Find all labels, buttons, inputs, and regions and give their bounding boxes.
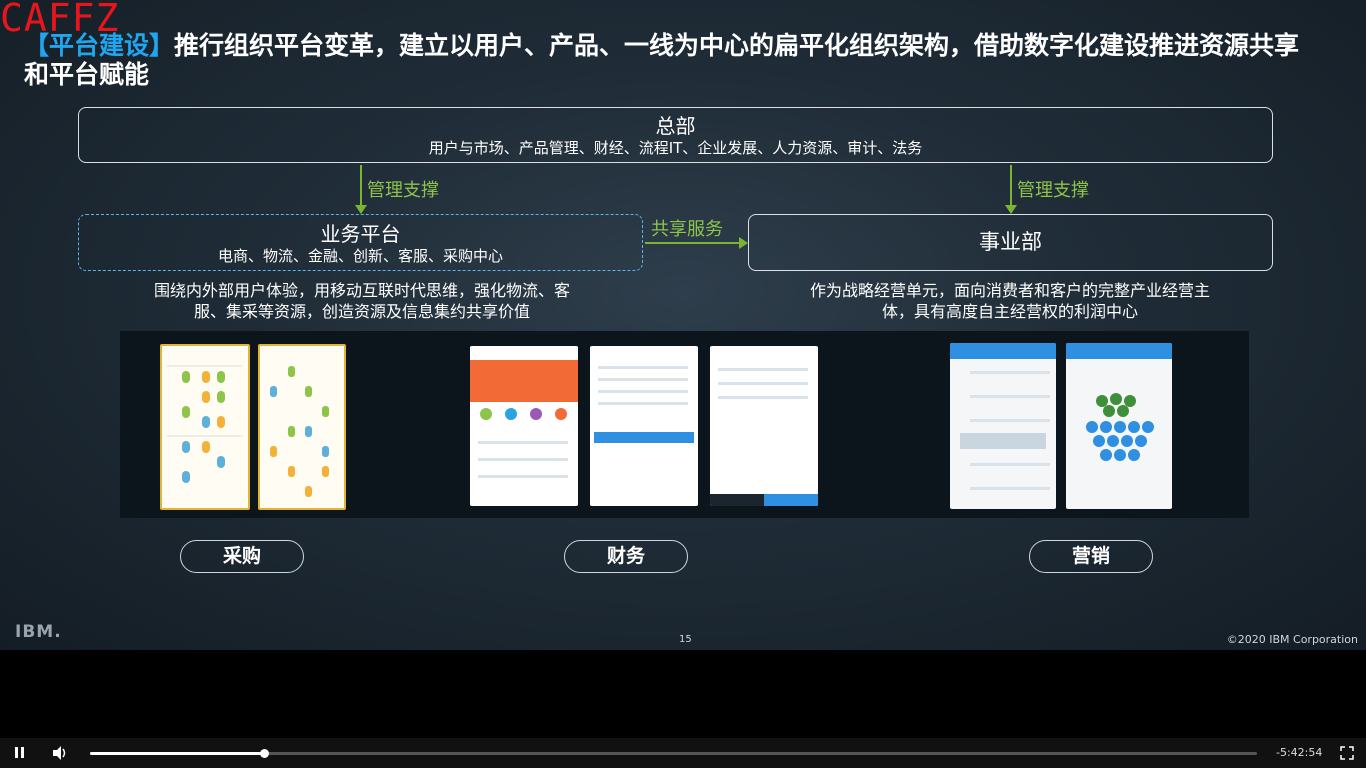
- headquarters-subtitle: 用户与市场、产品管理、财经、流程IT、企业发展、人力资源、审计、法务: [428, 139, 923, 157]
- headquarters-title: 总部: [655, 114, 696, 138]
- platform-description: 围绕内外部用户体验，用移动互联时代思维，强化物流、客 服、集采等资源，创造资源及…: [92, 280, 632, 322]
- finance-app-screen-3: [710, 346, 818, 506]
- category-finance: 财务: [564, 540, 688, 573]
- business-unit-title: 事业部: [979, 230, 1042, 254]
- platform-desc-line1: 围绕内外部用户体验，用移动互联时代思维，强化物流、客: [153, 281, 570, 300]
- app-screenshots-strip: [120, 331, 1249, 518]
- page-number: 15: [679, 634, 692, 645]
- video-player-controls: -5:42:54: [0, 738, 1366, 768]
- shared-service-label: 共享服务: [651, 219, 723, 240]
- copyright-text: ©2020 IBM Corporation: [1226, 633, 1358, 646]
- procurement-flowchart-image-2: [258, 344, 346, 510]
- finance-app-screen-2: [590, 346, 698, 506]
- watermark: CAFFZ: [0, 0, 120, 40]
- arrow-down-right: [1005, 165, 1017, 214]
- arrow-shared-service: [645, 237, 748, 249]
- arrow-down-left: [355, 165, 367, 214]
- progress-thumb[interactable]: [259, 749, 269, 758]
- presentation-slide: 【平台建设】推行组织平台变革，建立以用户、产品、一线为中心的扁平化组织架构，借助…: [0, 0, 1366, 650]
- business-unit-box: 事业部: [748, 214, 1273, 271]
- mgmt-support-left-label: 管理支撑: [367, 180, 439, 201]
- time-remaining: -5:42:54: [1276, 746, 1323, 759]
- category-procurement: 采购: [180, 540, 304, 573]
- marketing-app-screen-1: [950, 343, 1056, 509]
- category-marketing: 营销: [1029, 540, 1153, 573]
- progress-bar[interactable]: [90, 749, 1257, 758]
- grape-chart-graphic: [1086, 393, 1154, 461]
- procurement-flowchart-image-1: [160, 344, 250, 510]
- title-text: 推行组织平台变革，建立以用户、产品、一线为中心的扁平化组织架构，借助数字化建设推…: [24, 31, 1300, 89]
- finance-app-screen-1: [470, 346, 578, 506]
- business-platform-box: 业务平台 电商、物流、金融、创新、客服、采购中心: [78, 214, 643, 271]
- volume-icon[interactable]: [51, 744, 69, 762]
- headquarters-box: 总部 用户与市场、产品管理、财经、流程IT、企业发展、人力资源、审计、法务: [78, 107, 1273, 163]
- ibm-logo: IBM.: [15, 622, 62, 642]
- business-platform-title: 业务平台: [320, 222, 401, 246]
- business-platform-subtitle: 电商、物流、金融、创新、客服、采购中心: [217, 247, 503, 265]
- mgmt-support-right-label: 管理支撑: [1017, 180, 1089, 201]
- progress-fill: [90, 752, 264, 755]
- pause-icon[interactable]: [11, 744, 29, 762]
- slide-title: 【平台建设】推行组织平台变革，建立以用户、产品、一线为中心的扁平化组织架构，借助…: [24, 31, 1324, 89]
- flowchart-graphic: [270, 366, 329, 497]
- unit-desc-line2: 体，具有高度自主经营权的利润中心: [881, 302, 1138, 321]
- unit-desc-line1: 作为战略经营单元，面向消费者和客户的完整产业经营主: [809, 281, 1210, 300]
- flowchart-graphic: [167, 365, 242, 483]
- fullscreen-icon[interactable]: [1338, 744, 1356, 762]
- marketing-app-screen-2: [1066, 343, 1172, 509]
- platform-desc-line2: 服、集采等资源，创造资源及信息集约共享价值: [193, 302, 530, 321]
- unit-description: 作为战略经营单元，面向消费者和客户的完整产业经营主 体，具有高度自主经营权的利润…: [745, 280, 1275, 322]
